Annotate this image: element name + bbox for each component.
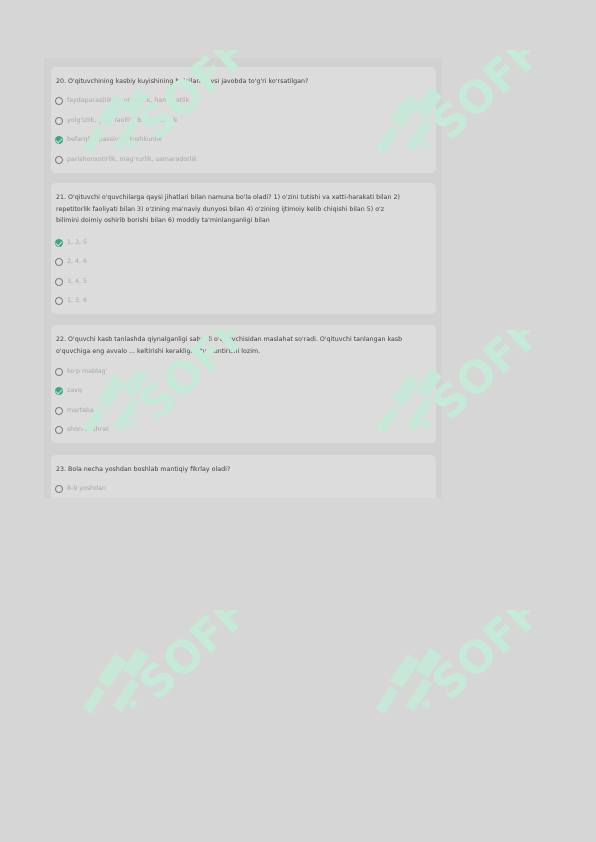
watermark-text: SOFF bbox=[129, 610, 245, 710]
question-card-23: 23. Bola necha yoshdan boshlab mantiqiy … bbox=[51, 455, 436, 498]
option-label: 1, 3, 6 bbox=[67, 297, 88, 304]
question-text-line: 21. O'qituvchi o'quvchilarga qaysi jihat… bbox=[56, 194, 400, 201]
answer-option[interactable]: 8-9 yoshdan bbox=[55, 483, 106, 494]
watermark-text: SOFF bbox=[129, 50, 245, 150]
watermark-logo: SOFF bbox=[376, 50, 538, 154]
answer-option[interactable]: 2, 4, 6 bbox=[55, 256, 87, 267]
answer-option[interactable]: 3, 4, 5 bbox=[55, 276, 87, 287]
checkmark-icon[interactable] bbox=[55, 386, 63, 395]
radio-icon[interactable] bbox=[55, 425, 63, 434]
option-label: 8-9 yoshdan bbox=[67, 485, 106, 492]
answer-option[interactable]: 1, 3, 6 bbox=[55, 295, 87, 306]
watermark-logo: SOFF bbox=[83, 330, 245, 434]
radio-icon[interactable] bbox=[55, 277, 63, 286]
option-label: 2, 4, 6 bbox=[67, 258, 88, 265]
question-text-line: bilimini doimiy oshirib borishi bilan 6)… bbox=[56, 217, 270, 224]
checkmark-icon[interactable] bbox=[55, 238, 63, 247]
radio-icon[interactable] bbox=[55, 484, 63, 493]
option-label: 3, 4, 5 bbox=[67, 278, 88, 285]
checkmark-icon[interactable] bbox=[55, 135, 63, 144]
option-label: 1, 3, 5 bbox=[67, 239, 88, 246]
radio-icon[interactable] bbox=[55, 257, 63, 266]
watermark-text: SOFF bbox=[129, 330, 245, 430]
answer-option-selected[interactable]: 1, 3, 5 bbox=[55, 237, 87, 248]
radio-icon[interactable] bbox=[55, 155, 63, 164]
watermark-logo: SOFF bbox=[83, 50, 245, 154]
watermark-logo: SOFF bbox=[376, 610, 538, 714]
radio-icon[interactable] bbox=[55, 367, 63, 376]
question-text-line: repetitorlik faoliyati bilan 3) o'zining… bbox=[56, 205, 385, 213]
question-card-21: 21. O'qituvchi o'quvchilarga qaysi jihat… bbox=[51, 183, 436, 314]
watermark-text: SOFF bbox=[422, 610, 538, 710]
question-text: 23. Bola necha yoshdan boshlab mantiqiy … bbox=[56, 466, 231, 473]
watermark-text: SOFF bbox=[422, 330, 538, 430]
radio-icon[interactable] bbox=[55, 296, 63, 305]
radio-icon[interactable] bbox=[55, 406, 63, 415]
radio-icon[interactable] bbox=[55, 96, 63, 105]
radio-icon[interactable] bbox=[55, 116, 63, 125]
watermark-logo: SOFF bbox=[376, 330, 538, 434]
watermark-logo: SOFF bbox=[83, 610, 245, 714]
question-text: 21. O'qituvchi o'quvchilarga qaysi jihat… bbox=[56, 192, 430, 227]
watermark-text: SOFF bbox=[422, 50, 538, 150]
